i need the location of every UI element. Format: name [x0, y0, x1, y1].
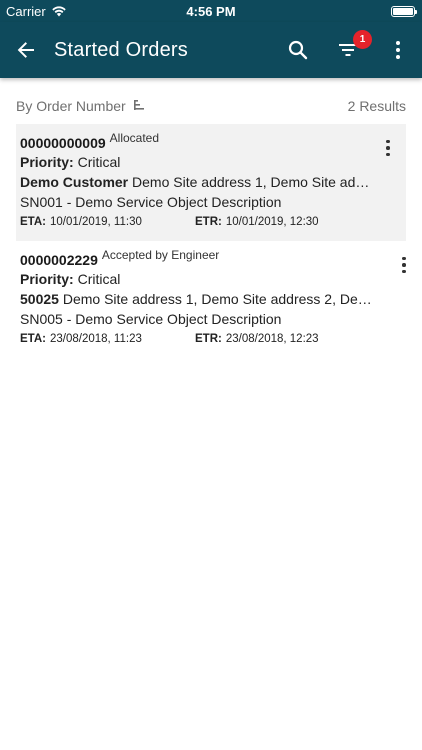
service-object: SN001 - Demo Service Object Description [20, 194, 282, 210]
etr-label: ETR: [195, 333, 222, 345]
more-vertical-icon [396, 41, 400, 59]
order-status: Accepted by Engineer [101, 248, 220, 262]
customer-name: 50025 [20, 291, 59, 307]
order-number: 0000002229 [20, 252, 98, 268]
order-priority: Priority: Critical [20, 152, 372, 172]
priority-label: Priority: [20, 154, 74, 170]
order-status: Allocated [109, 131, 160, 145]
status-bar: Carrier 4:56 PM [0, 0, 422, 22]
service-object: SN005 - Demo Service Object Description [20, 311, 282, 327]
priority-value: Critical [77, 154, 121, 170]
filter-button[interactable]: 1 [336, 30, 372, 62]
priority-value: Critical [77, 271, 121, 287]
eta-label: ETA: [20, 216, 46, 228]
filter-count-badge: 1 [353, 30, 372, 49]
order-header: 00000000009 Allocated [20, 130, 402, 152]
order-card[interactable]: 0000002229 Accepted by Engineer Priority… [0, 241, 422, 358]
priority-label: Priority: [20, 271, 74, 287]
wifi-icon [52, 6, 66, 17]
search-button[interactable] [286, 38, 310, 62]
etr-value: 23/08/2018, 12:23 [225, 333, 319, 345]
order-number: 00000000009 [20, 135, 106, 151]
sort-bar: By Order Number 2 Results [0, 88, 422, 124]
eta-label: ETA: [20, 333, 46, 345]
site-address: Demo Site address 1, Demo Site address 2… [62, 291, 372, 307]
order-card[interactable]: 00000000009 Allocated Priority: Critical… [16, 124, 406, 241]
order-header: 0000002229 Accepted by Engineer [20, 247, 402, 269]
etr-value: 10/01/2019, 12:30 [225, 216, 319, 228]
order-menu-button[interactable] [382, 138, 394, 158]
order-times: ETA: 23/08/2018, 11:23 ETR: 23/08/2018, 12… [20, 330, 402, 348]
eta: ETA: 10/01/2019, 11:30 [20, 213, 195, 231]
site-address: Demo Site address 1, Demo Site address 2… [132, 174, 372, 190]
eta-value: 23/08/2018, 11:23 [49, 333, 142, 345]
overflow-menu-button[interactable] [386, 38, 410, 62]
app-bar: Started Orders 1 [0, 22, 422, 78]
etr: ETR: 10/01/2019, 12:30 [195, 213, 370, 231]
order-site: 50025 Demo Site address 1, Demo Site add… [20, 289, 372, 309]
order-site: Demo Customer Demo Site address 1, Demo … [20, 172, 372, 192]
sort-selector[interactable]: By Order Number [16, 98, 146, 114]
customer-name: Demo Customer [20, 174, 129, 190]
order-times: ETA: 10/01/2019, 11:30 ETR: 10/01/2019, 12… [20, 213, 402, 231]
eta-value: 10/01/2019, 11:30 [49, 216, 142, 228]
etr-label: ETR: [195, 216, 222, 228]
carrier-label: Carrier [6, 3, 46, 19]
eta: ETA: 23/08/2018, 11:23 [20, 330, 195, 348]
order-priority: Priority: Critical [20, 269, 372, 289]
battery-icon [391, 5, 417, 17]
sort-label: By Order Number [16, 98, 126, 114]
arrow-left-icon [17, 42, 34, 58]
etr: ETR: 23/08/2018, 12:23 [195, 330, 370, 348]
search-icon [288, 40, 308, 60]
sort-order-icon [133, 100, 144, 110]
order-menu-button[interactable] [398, 255, 410, 275]
status-left: Carrier [6, 4, 67, 19]
back-button[interactable] [14, 38, 38, 62]
results-count: 2 Results [347, 98, 406, 114]
page-title: Started Orders [54, 38, 188, 61]
app-actions: 1 [286, 30, 410, 62]
